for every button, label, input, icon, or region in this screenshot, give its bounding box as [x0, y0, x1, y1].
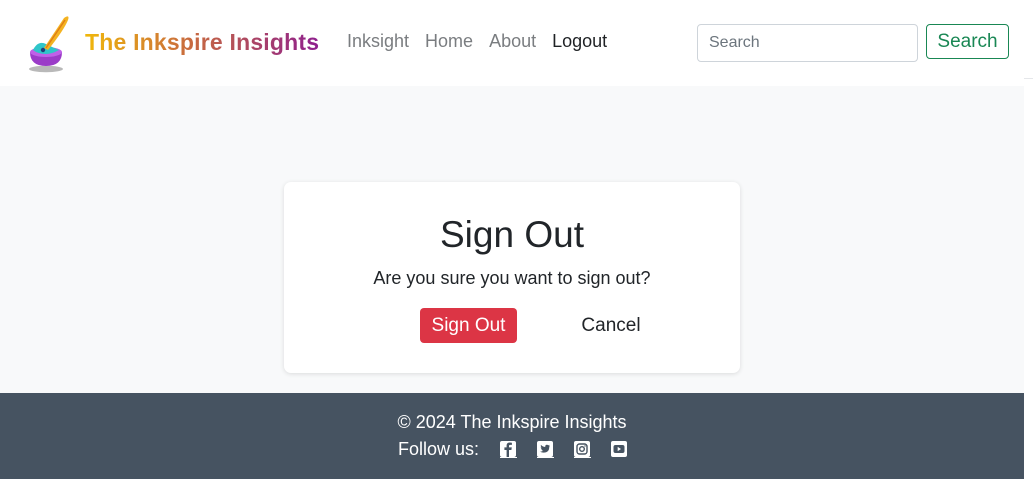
search-input[interactable]: [697, 24, 918, 62]
copyright-text: © 2024 The Inkspire Insights: [397, 412, 627, 432]
facebook-icon[interactable]: [499, 440, 518, 458]
main-nav: Inksight Home About Logout: [347, 31, 623, 52]
instagram-icon[interactable]: [573, 440, 592, 458]
nav-link-logout[interactable]: Logout: [552, 31, 607, 52]
youtube-icon[interactable]: [610, 440, 628, 458]
search-button[interactable]: Search: [926, 24, 1009, 59]
inkwell-logo-icon[interactable]: [24, 14, 72, 74]
cancel-button[interactable]: Cancel: [566, 308, 656, 343]
scrollbar-strip: [1024, 0, 1033, 479]
follow-label: Follow us:: [398, 438, 480, 459]
nav-link-about[interactable]: About: [489, 31, 536, 52]
confirm-signout-button[interactable]: Sign Out: [420, 308, 517, 343]
nav-link-home[interactable]: Home: [425, 31, 473, 52]
twitter-icon[interactable]: [536, 440, 555, 458]
navbar: The Inkspire Insights Inksight Home Abou…: [0, 0, 1024, 86]
signout-title: Sign Out: [440, 214, 584, 255]
follow-row: Follow us:: [398, 438, 647, 460]
footer: © 2024 The Inkspire Insights Follow us:: [0, 393, 1024, 479]
signout-message: Are you sure you want to sign out?: [373, 268, 651, 288]
brand-title[interactable]: The Inkspire Insights: [85, 29, 319, 56]
signout-card: Sign Out Are you sure you want to sign o…: [284, 182, 740, 373]
nav-link-inksight[interactable]: Inksight: [347, 31, 409, 52]
